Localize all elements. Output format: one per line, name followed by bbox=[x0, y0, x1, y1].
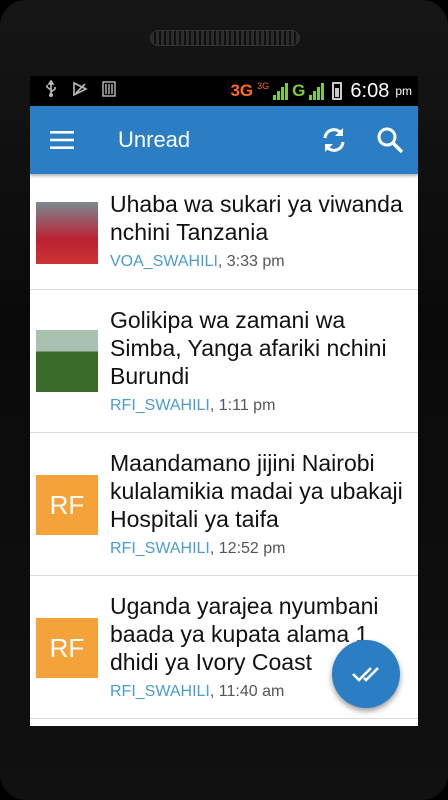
article-thumbnail: RF bbox=[36, 618, 98, 678]
article-headline: Uhaba wa sukari ya viwanda nchini Tanzan… bbox=[110, 191, 403, 245]
article-list: Uhaba wa sukari ya viwanda nchini Tanzan… bbox=[30, 174, 418, 719]
clock-time: 6:08 bbox=[350, 79, 390, 102]
article-source: RFI_SWAHILI bbox=[110, 540, 210, 557]
mark-all-read-button[interactable] bbox=[332, 640, 400, 708]
article-thumbnail bbox=[36, 330, 98, 392]
article-time: , 1:11 pm bbox=[209, 397, 276, 414]
search-button[interactable] bbox=[362, 106, 418, 174]
double-check-icon bbox=[352, 667, 379, 682]
usb-icon bbox=[44, 79, 58, 103]
app-bar: Unread bbox=[30, 106, 418, 174]
hamburger-menu-icon bbox=[50, 131, 74, 149]
article-source: VOA_SWAHILI bbox=[110, 253, 218, 270]
network-type-secondary-label: G bbox=[292, 81, 306, 100]
battery-icon bbox=[332, 82, 343, 100]
list-item[interactable]: RF Maandamano jijini Nairobi kulalamikia… bbox=[30, 433, 418, 576]
page-title: Unread bbox=[118, 127, 191, 152]
signal-icon-secondary bbox=[309, 82, 325, 100]
speaker-grille bbox=[150, 30, 300, 46]
article-source: RFI_SWAHILI bbox=[110, 683, 210, 700]
article-headline: Golikipa wa zamani wa Simba, Yanga afari… bbox=[110, 307, 387, 389]
article-meta: RFI_SWAHILI, 12:52 pm bbox=[110, 540, 285, 558]
search-icon bbox=[377, 127, 404, 154]
app-screen: Unread Uhaba wa sukari ya viwanda nchini… bbox=[30, 106, 418, 726]
article-meta: VOA_SWAHILI, 3:33 pm bbox=[110, 253, 285, 271]
phone-frame: 3G 3G G 6:08 pm Unread Uhaba wa sukari y… bbox=[0, 0, 448, 800]
list-item[interactable]: Uhaba wa sukari ya viwanda nchini Tanzan… bbox=[30, 174, 418, 290]
clock-ampm: pm bbox=[395, 84, 412, 98]
signal-icon bbox=[273, 82, 289, 100]
media-icon bbox=[72, 81, 88, 102]
network-sup-label: 3G bbox=[257, 81, 270, 91]
article-thumbnail bbox=[36, 202, 98, 264]
article-time: , 11:40 am bbox=[209, 683, 285, 700]
article-time: , 12:52 pm bbox=[209, 540, 286, 557]
status-bar: 3G 3G G 6:08 pm bbox=[30, 76, 418, 106]
network-type-label: 3G bbox=[230, 81, 254, 100]
sim-icon bbox=[102, 80, 116, 102]
refresh-button[interactable] bbox=[306, 106, 362, 174]
article-meta: RFI_SWAHILI, 1:11 pm bbox=[110, 397, 275, 415]
refresh-icon bbox=[323, 128, 345, 152]
article-thumbnail: RF bbox=[36, 475, 98, 535]
article-source: RFI_SWAHILI bbox=[110, 397, 210, 414]
article-time: , 3:33 pm bbox=[217, 253, 285, 270]
article-headline: Maandamano jijini Nairobi kulalamikia ma… bbox=[110, 450, 403, 532]
article-meta: RFI_SWAHILI, 11:40 am bbox=[110, 683, 284, 701]
list-item[interactable]: Golikipa wa zamani wa Simba, Yanga afari… bbox=[30, 290, 418, 433]
menu-button[interactable] bbox=[30, 106, 94, 174]
